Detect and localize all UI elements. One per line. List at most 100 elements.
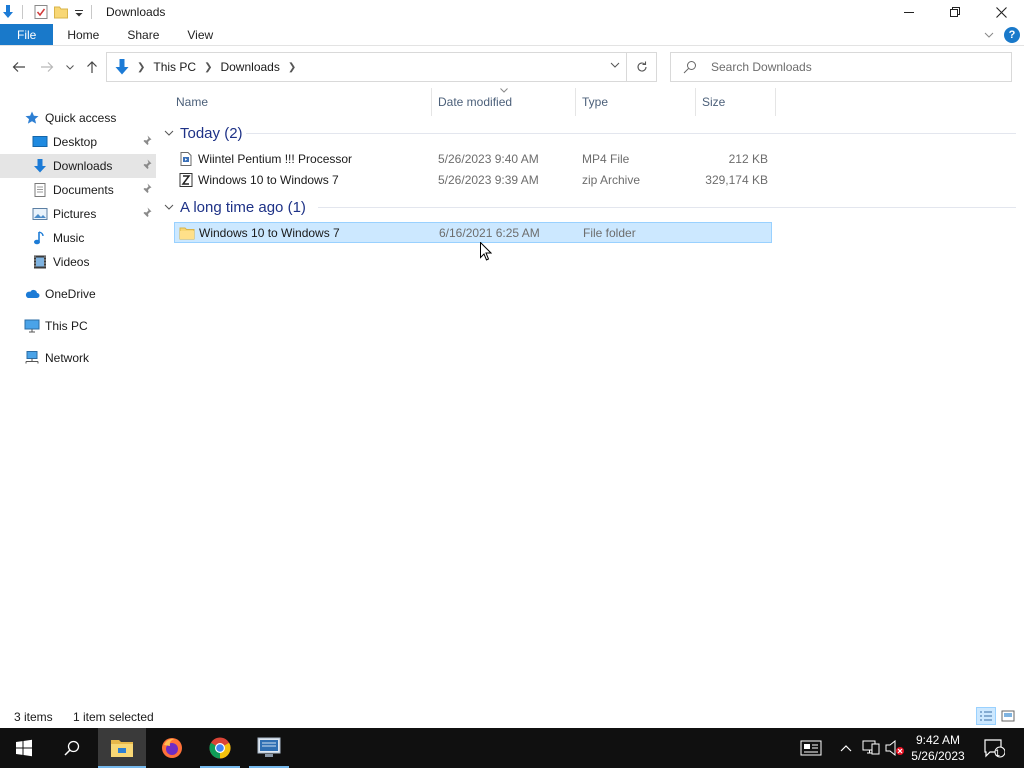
file-type: zip Archive xyxy=(582,172,641,187)
window-controls xyxy=(886,0,1024,24)
nav-label: Desktop xyxy=(53,135,98,149)
expand-ribbon-chevron-icon[interactable] xyxy=(980,26,998,44)
show-hidden-icons-chevron-icon[interactable] xyxy=(836,728,856,768)
volume-muted-icon[interactable] xyxy=(884,728,906,768)
start-button[interactable] xyxy=(0,728,48,768)
view-toggle xyxy=(974,707,1018,725)
back-arrow-icon[interactable] xyxy=(10,58,28,76)
file-row[interactable]: Windows 10 to Windows 7 6/16/2021 6:25 A… xyxy=(174,222,772,243)
recent-locations-chevron-icon[interactable] xyxy=(63,58,77,76)
pin-icon[interactable] xyxy=(142,135,152,148)
group-label: A long time ago (1) xyxy=(180,198,306,216)
videos-icon xyxy=(32,254,48,270)
tab-file[interactable]: File xyxy=(0,24,54,45)
pin-icon[interactable] xyxy=(142,183,152,196)
mouse-cursor-icon xyxy=(480,241,493,261)
search-input[interactable] xyxy=(711,60,1001,74)
file-explorer-icon xyxy=(111,740,133,757)
group-header-today[interactable]: Today (2) xyxy=(164,123,243,143)
notification-icon xyxy=(984,739,1005,758)
column-header-size[interactable]: Size xyxy=(696,88,776,116)
column-header-label: Date modified xyxy=(438,95,513,109)
breadcrumb-separator-icon[interactable]: ❯ xyxy=(204,62,212,73)
pin-icon[interactable] xyxy=(142,159,152,172)
column-header-type[interactable]: Type xyxy=(576,88,696,116)
file-list: Name Date modified Type Size Today (2) W… xyxy=(160,88,1024,700)
large-icons-view-icon[interactable] xyxy=(998,707,1018,725)
breadcrumb-separator-icon[interactable]: ❯ xyxy=(288,62,296,73)
nav-label: Videos xyxy=(53,255,90,269)
taskbar-clock[interactable]: 9:42 AM 5/26/2023 xyxy=(908,732,968,764)
title-bar: Downloads xyxy=(0,0,1024,24)
collapse-chevron-icon[interactable] xyxy=(164,128,174,139)
nav-desktop[interactable]: Desktop xyxy=(0,130,156,154)
details-view-icon[interactable] xyxy=(976,707,996,725)
remote-desktop-taskbar-button[interactable] xyxy=(245,728,293,768)
ribbon-tabs: File Home Share View ? xyxy=(0,24,1024,46)
nav-videos[interactable]: Videos xyxy=(0,250,156,274)
nav-label: This PC xyxy=(45,319,88,333)
nav-music[interactable]: Music xyxy=(0,226,156,250)
close-button[interactable] xyxy=(978,0,1024,24)
search-box[interactable] xyxy=(670,52,1012,82)
minimize-button[interactable] xyxy=(886,0,932,24)
tab-view[interactable]: View xyxy=(173,24,227,45)
breadcrumb-this-pc[interactable]: This PC xyxy=(153,60,196,74)
download-arrow-icon xyxy=(32,158,48,174)
search-button[interactable] xyxy=(48,728,96,768)
address-bar[interactable]: ❯ This PC ❯ Downloads ❯ xyxy=(106,52,657,82)
clock-time: 9:42 AM xyxy=(915,733,961,747)
refresh-icon xyxy=(636,61,647,72)
network-status-icon[interactable] xyxy=(860,728,882,768)
group-label: Today (2) xyxy=(180,124,243,142)
nav-this-pc[interactable]: This PC xyxy=(0,314,156,338)
tab-home[interactable]: Home xyxy=(53,24,113,45)
desktop-icon xyxy=(32,134,48,150)
folder-icon xyxy=(179,225,195,241)
customize-toolbar-dropdown-icon[interactable] xyxy=(73,4,85,20)
chrome-taskbar-button[interactable] xyxy=(196,728,244,768)
help-icon[interactable]: ? xyxy=(1004,27,1020,43)
file-size: 329,174 KB xyxy=(705,172,768,187)
tab-share[interactable]: Share xyxy=(113,24,173,45)
file-row[interactable]: Windows 10 to Windows 7 5/26/2023 9:39 A… xyxy=(174,169,772,190)
file-explorer-taskbar-button[interactable] xyxy=(98,728,146,768)
zip-file-icon xyxy=(178,172,194,188)
column-header-date-modified[interactable]: Date modified xyxy=(432,88,576,116)
file-row[interactable]: Wiintel Pentium !!! Processor 5/26/2023 … xyxy=(174,148,772,169)
up-arrow-icon[interactable] xyxy=(83,58,101,76)
file-name: Windows 10 to Windows 7 xyxy=(199,225,340,240)
status-bar: 3 items 1 item selected xyxy=(0,706,1024,728)
file-type: File folder xyxy=(583,225,636,240)
column-header-name[interactable]: Name xyxy=(170,88,432,116)
nav-network[interactable]: Network xyxy=(0,346,156,370)
group-header-long-time-ago[interactable]: A long time ago (1) xyxy=(164,197,306,217)
item-count: 3 items xyxy=(14,710,53,724)
documents-icon xyxy=(32,182,48,198)
new-folder-icon[interactable] xyxy=(53,4,69,20)
pictures-icon xyxy=(32,206,48,222)
address-history-dropdown-icon[interactable] xyxy=(610,60,620,71)
divider xyxy=(22,5,23,19)
nav-quick-access[interactable]: Quick access xyxy=(0,106,156,130)
breadcrumb-downloads[interactable]: Downloads xyxy=(220,60,279,74)
refresh-button[interactable] xyxy=(626,53,656,81)
notifications-button[interactable]: 1 xyxy=(980,728,1008,768)
download-arrow-icon xyxy=(0,4,16,20)
forward-arrow-icon[interactable] xyxy=(38,58,56,76)
pin-icon[interactable] xyxy=(142,207,152,220)
action-center-news-icon[interactable] xyxy=(796,728,826,768)
nav-pictures[interactable]: Pictures xyxy=(0,202,156,226)
restore-button[interactable] xyxy=(932,0,978,24)
file-date: 5/26/2023 9:39 AM xyxy=(438,172,539,187)
nav-onedrive[interactable]: OneDrive xyxy=(0,282,156,306)
properties-icon[interactable] xyxy=(33,4,49,20)
collapse-chevron-icon[interactable] xyxy=(164,202,174,213)
file-type: MP4 File xyxy=(582,151,630,166)
nav-documents[interactable]: Documents xyxy=(0,178,156,202)
chrome-icon xyxy=(209,737,231,759)
video-file-icon xyxy=(178,151,194,167)
firefox-taskbar-button[interactable] xyxy=(148,728,196,768)
nav-downloads[interactable]: Downloads xyxy=(0,154,156,178)
column-header-label: Size xyxy=(702,95,726,109)
